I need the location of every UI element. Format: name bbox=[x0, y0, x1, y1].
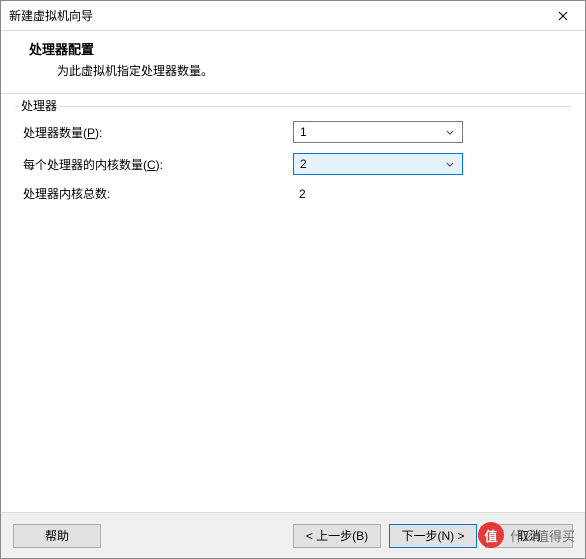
wizard-body: 处理器 处理器数量(P): 1 每个处理器的内核数量(C): bbox=[1, 94, 585, 512]
group-label: 处理器 bbox=[19, 97, 59, 114]
close-button[interactable] bbox=[540, 1, 585, 30]
processor-count-select[interactable]: 1 bbox=[293, 121, 463, 143]
cores-per-processor-select[interactable]: 2 bbox=[293, 153, 463, 175]
processor-count-value: 1 bbox=[300, 125, 307, 139]
cores-per-processor-value: 2 bbox=[300, 157, 307, 171]
next-button[interactable]: 下一步(N) > bbox=[389, 524, 477, 548]
processor-group: 处理器 处理器数量(P): 1 每个处理器的内核数量(C): bbox=[15, 106, 571, 220]
total-cores-value: 2 bbox=[293, 187, 306, 201]
cores-per-processor-label: 每个处理器的内核数量(C): bbox=[23, 156, 293, 173]
wizard-footer: 帮助 < 上一步(B) 下一步(N) > 取消 bbox=[1, 512, 585, 558]
row-cores-per-processor: 每个处理器的内核数量(C): 2 bbox=[23, 153, 563, 175]
titlebar: 新建虚拟机向导 bbox=[1, 1, 585, 31]
processor-count-label: 处理器数量(P): bbox=[23, 124, 293, 141]
group-box: 处理器数量(P): 1 每个处理器的内核数量(C): 2 bbox=[15, 106, 571, 220]
page-title: 处理器配置 bbox=[29, 39, 573, 58]
footer-right: < 上一步(B) 下一步(N) > 取消 bbox=[293, 524, 573, 548]
wizard-window: 新建虚拟机向导 处理器配置 为此虚拟机指定处理器数量。 处理器 处理器数量(P)… bbox=[0, 0, 586, 559]
window-title: 新建虚拟机向导 bbox=[9, 7, 93, 24]
help-button[interactable]: 帮助 bbox=[13, 524, 101, 548]
cancel-button[interactable]: 取消 bbox=[485, 524, 573, 548]
total-cores-label: 处理器内核总数: bbox=[23, 185, 293, 202]
chevron-down-icon bbox=[442, 122, 458, 142]
chevron-down-icon bbox=[442, 154, 458, 174]
page-subtitle: 为此虚拟机指定处理器数量。 bbox=[29, 62, 573, 79]
wizard-header: 处理器配置 为此虚拟机指定处理器数量。 bbox=[1, 31, 585, 94]
row-total-cores: 处理器内核总数: 2 bbox=[23, 185, 563, 202]
row-processor-count: 处理器数量(P): 1 bbox=[23, 121, 563, 143]
back-button[interactable]: < 上一步(B) bbox=[293, 524, 381, 548]
close-icon bbox=[558, 11, 568, 21]
